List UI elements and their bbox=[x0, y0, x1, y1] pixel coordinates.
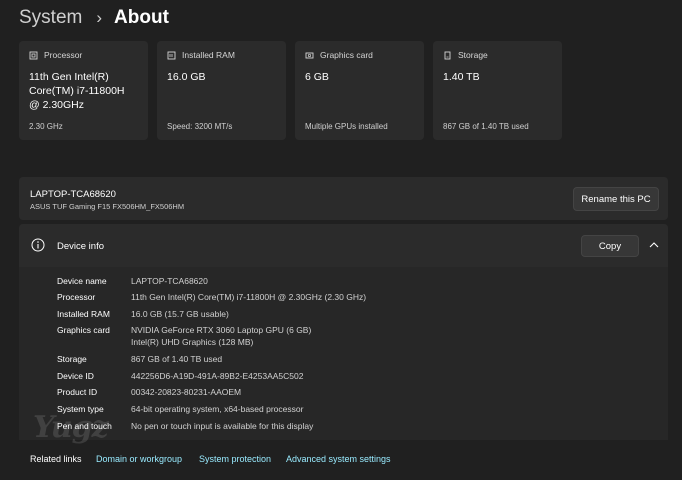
device-info-title: Device info bbox=[57, 241, 104, 252]
spec-label: Device name bbox=[57, 276, 107, 286]
spec-value: 11th Gen Intel(R) Core(TM) i7-11800H @ 2… bbox=[131, 292, 367, 302]
storage-card-sub: 867 GB of 1.40 TB used bbox=[443, 122, 529, 131]
processor-card: Processor 11th Gen Intel(R) Core(TM) i7-… bbox=[19, 41, 148, 140]
page-title: About bbox=[114, 7, 169, 28]
spec-value: 867 GB of 1.40 TB used bbox=[131, 354, 223, 364]
spec-value: 64-bit operating system, x64-based proce… bbox=[131, 404, 304, 414]
graphics-card-sub: Multiple GPUs installed bbox=[305, 122, 388, 131]
processor-icon bbox=[29, 51, 38, 59]
domain-workgroup-link[interactable]: Domain or workgroup bbox=[96, 454, 182, 464]
spec-value-secondary: Intel(R) UHD Graphics (128 MB) bbox=[131, 337, 254, 347]
graphics-card-value: 6 GB bbox=[305, 71, 329, 83]
ram-card: Installed RAM 16.0 GB Speed: 3200 MT/s bbox=[157, 41, 286, 140]
spec-label: Device ID bbox=[57, 371, 94, 381]
chevron-up-icon[interactable] bbox=[649, 241, 659, 249]
copy-button[interactable]: Copy bbox=[581, 235, 639, 257]
rename-pc-button[interactable]: Rename this PC bbox=[573, 187, 659, 211]
related-links-label: Related links bbox=[30, 454, 82, 464]
pc-name-row: LAPTOP-TCA68620 ASUS TUF Gaming F15 FX50… bbox=[19, 177, 668, 220]
system-protection-link[interactable]: System protection bbox=[199, 454, 271, 464]
graphics-card: Graphics card 6 GB Multiple GPUs install… bbox=[295, 41, 424, 140]
spec-label: Installed RAM bbox=[57, 309, 110, 319]
device-info-header[interactable]: Device info Copy bbox=[19, 224, 668, 267]
ram-icon bbox=[167, 51, 176, 59]
spec-value: 00342-20823-80231-AAOEM bbox=[131, 387, 242, 397]
storage-card-title: Storage bbox=[458, 50, 488, 60]
spec-value: NVIDIA GeForce RTX 3060 Laptop GPU (6 GB… bbox=[131, 325, 312, 335]
storage-card: Storage 1.40 TB 867 GB of 1.40 TB used bbox=[433, 41, 562, 140]
spec-label: Product ID bbox=[57, 387, 98, 397]
device-info-section: Device info Copy Device name LAPTOP-TCA6… bbox=[19, 224, 668, 440]
breadcrumb: System › About bbox=[19, 6, 169, 30]
advanced-system-settings-link[interactable]: Advanced system settings bbox=[286, 454, 391, 464]
processor-card-title: Processor bbox=[44, 50, 83, 60]
processor-card-value: 11th Gen Intel(R) Core(TM) i7-11800H @ 2… bbox=[29, 71, 125, 111]
storage-card-value: 1.40 TB bbox=[443, 71, 480, 83]
breadcrumb-system[interactable]: System bbox=[19, 7, 82, 29]
info-icon bbox=[31, 238, 45, 252]
ram-card-sub: Speed: 3200 MT/s bbox=[167, 122, 233, 131]
watermark-logo: Yugz bbox=[33, 410, 109, 445]
graphics-card-icon bbox=[305, 52, 314, 58]
spec-value: No pen or touch input is available for t… bbox=[131, 421, 314, 431]
spec-label: Processor bbox=[57, 292, 96, 302]
ram-card-value: 16.0 GB bbox=[167, 71, 206, 83]
related-links-bar: Related links Domain or workgroup System… bbox=[19, 441, 668, 480]
pc-name: LAPTOP-TCA68620 bbox=[30, 189, 116, 200]
processor-card-sub: 2.30 GHz bbox=[29, 122, 63, 131]
spec-value: LAPTOP-TCA68620 bbox=[131, 276, 208, 286]
spec-value: 16.0 GB (15.7 GB usable) bbox=[131, 309, 229, 319]
pc-model: ASUS TUF Gaming F15 FX506HM_FX506HM bbox=[30, 202, 185, 211]
spec-label: Graphics card bbox=[57, 325, 110, 335]
breadcrumb-separator-icon: › bbox=[96, 8, 103, 27]
storage-icon bbox=[444, 51, 451, 59]
ram-card-title: Installed RAM bbox=[182, 50, 235, 60]
graphics-card-title: Graphics card bbox=[320, 50, 373, 60]
spec-label: Storage bbox=[57, 354, 87, 364]
spec-value: 442256D6-A19D-491A-89B2-E4253AA5C502 bbox=[131, 371, 304, 381]
